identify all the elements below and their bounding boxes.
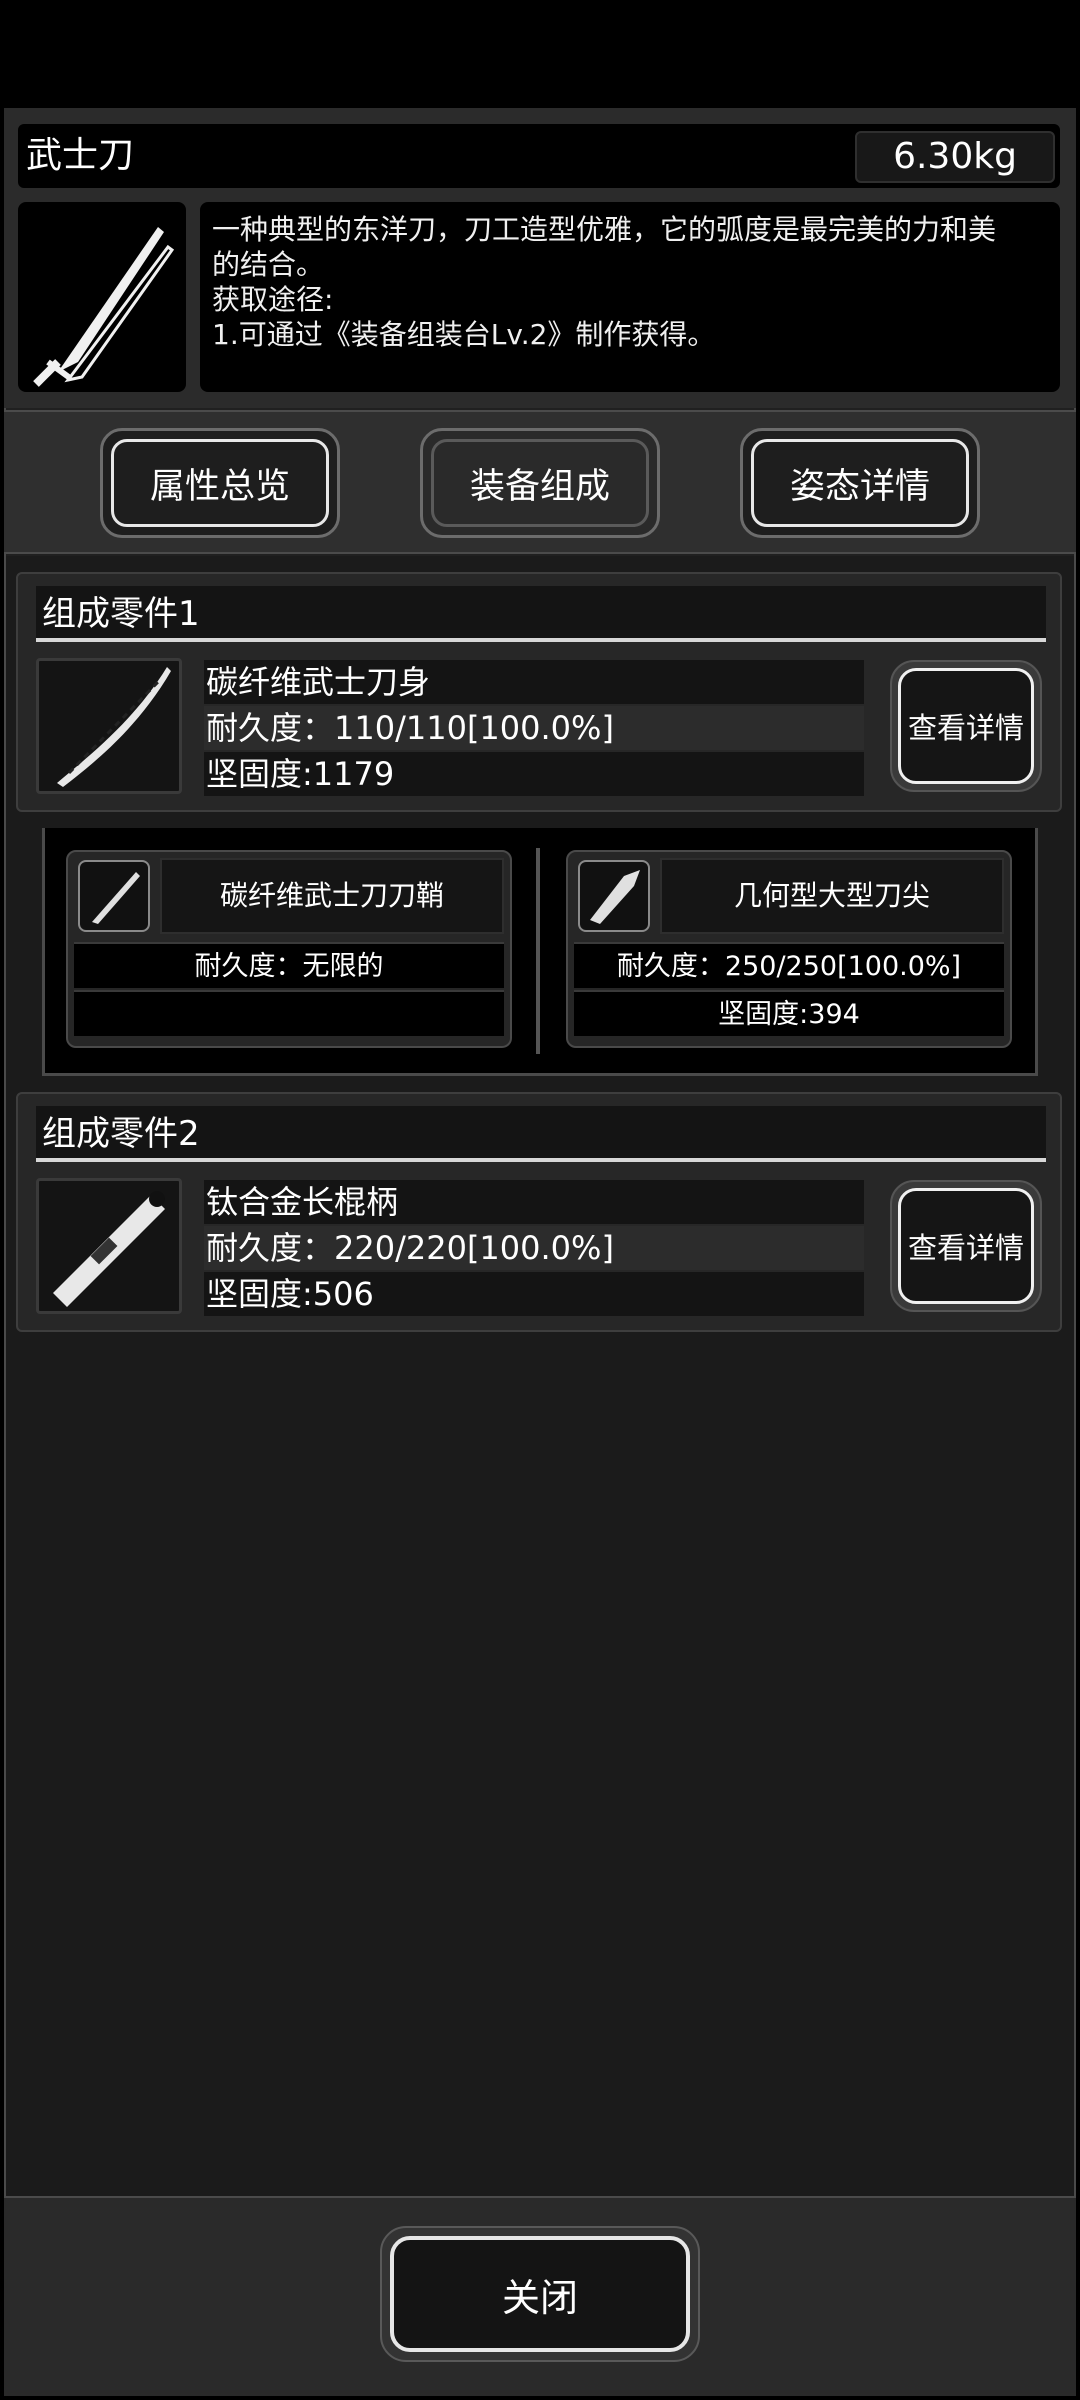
tab-label: 属性总览: [149, 466, 290, 507]
subpart-hardness: [74, 990, 504, 1036]
description-line: 1.可通过《装备组装台Lv.2》制作获得。: [212, 318, 716, 351]
tab-label: 姿态详情: [789, 466, 930, 507]
subpart-durability: 耐久度：无限的: [74, 942, 504, 988]
blade-tip-icon: [578, 860, 650, 932]
tab-equipment-composition[interactable]: 装备组成: [420, 428, 660, 538]
view-details-label: 查看详情: [898, 668, 1034, 784]
tab-stance-details[interactable]: 姿态详情: [740, 428, 980, 538]
tab-label: 装备组成: [469, 466, 610, 507]
part-hardness: 坚固度:1179: [204, 752, 864, 796]
subpart-hardness: 坚固度:394: [574, 990, 1004, 1036]
item-weight: 6.30kg: [855, 131, 1055, 183]
part-durability: 耐久度：220/220[100.0%]: [204, 1226, 864, 1270]
scabbard-icon: [78, 860, 150, 932]
close-label: 关闭: [390, 2236, 690, 2352]
part-title: 组成零件2: [36, 1106, 1046, 1162]
subpart-name: 碳纤维武士刀刀鞘: [160, 858, 504, 934]
item-name: 武士刀: [26, 135, 135, 176]
close-button[interactable]: 关闭: [380, 2226, 700, 2362]
part-title: 组成零件1: [36, 586, 1046, 642]
staff-handle-icon: [36, 1178, 182, 1314]
description-line: 一种典型的东洋刀，刀工造型优雅，它的弧度是最完美的力和美: [212, 213, 997, 246]
subparts-divider: [536, 848, 540, 1054]
subpart-durability: 耐久度：250/250[100.0%]: [574, 942, 1004, 988]
part-name: 钛合金长棍柄: [204, 1180, 864, 1224]
view-details-button[interactable]: 查看详情: [890, 1180, 1042, 1312]
katana-icon: [18, 202, 186, 392]
view-details-label: 查看详情: [898, 1188, 1034, 1304]
item-description: 一种典型的东洋刀，刀工造型优雅，它的弧度是最完美的力和美 的结合。 获取途径: …: [200, 202, 1060, 392]
part-durability: 耐久度：110/110[100.0%]: [204, 706, 864, 750]
view-details-button[interactable]: 查看详情: [890, 660, 1042, 792]
description-line: 获取途径:: [212, 283, 334, 316]
description-line: 的结合。: [212, 248, 325, 281]
tab-attributes-overview[interactable]: 属性总览: [100, 428, 340, 538]
subpart-name: 几何型大型刀尖: [660, 858, 1004, 934]
katana-blade-icon: [36, 658, 182, 794]
part-hardness: 坚固度:506: [204, 1272, 864, 1316]
part-name: 碳纤维武士刀身: [204, 660, 864, 704]
